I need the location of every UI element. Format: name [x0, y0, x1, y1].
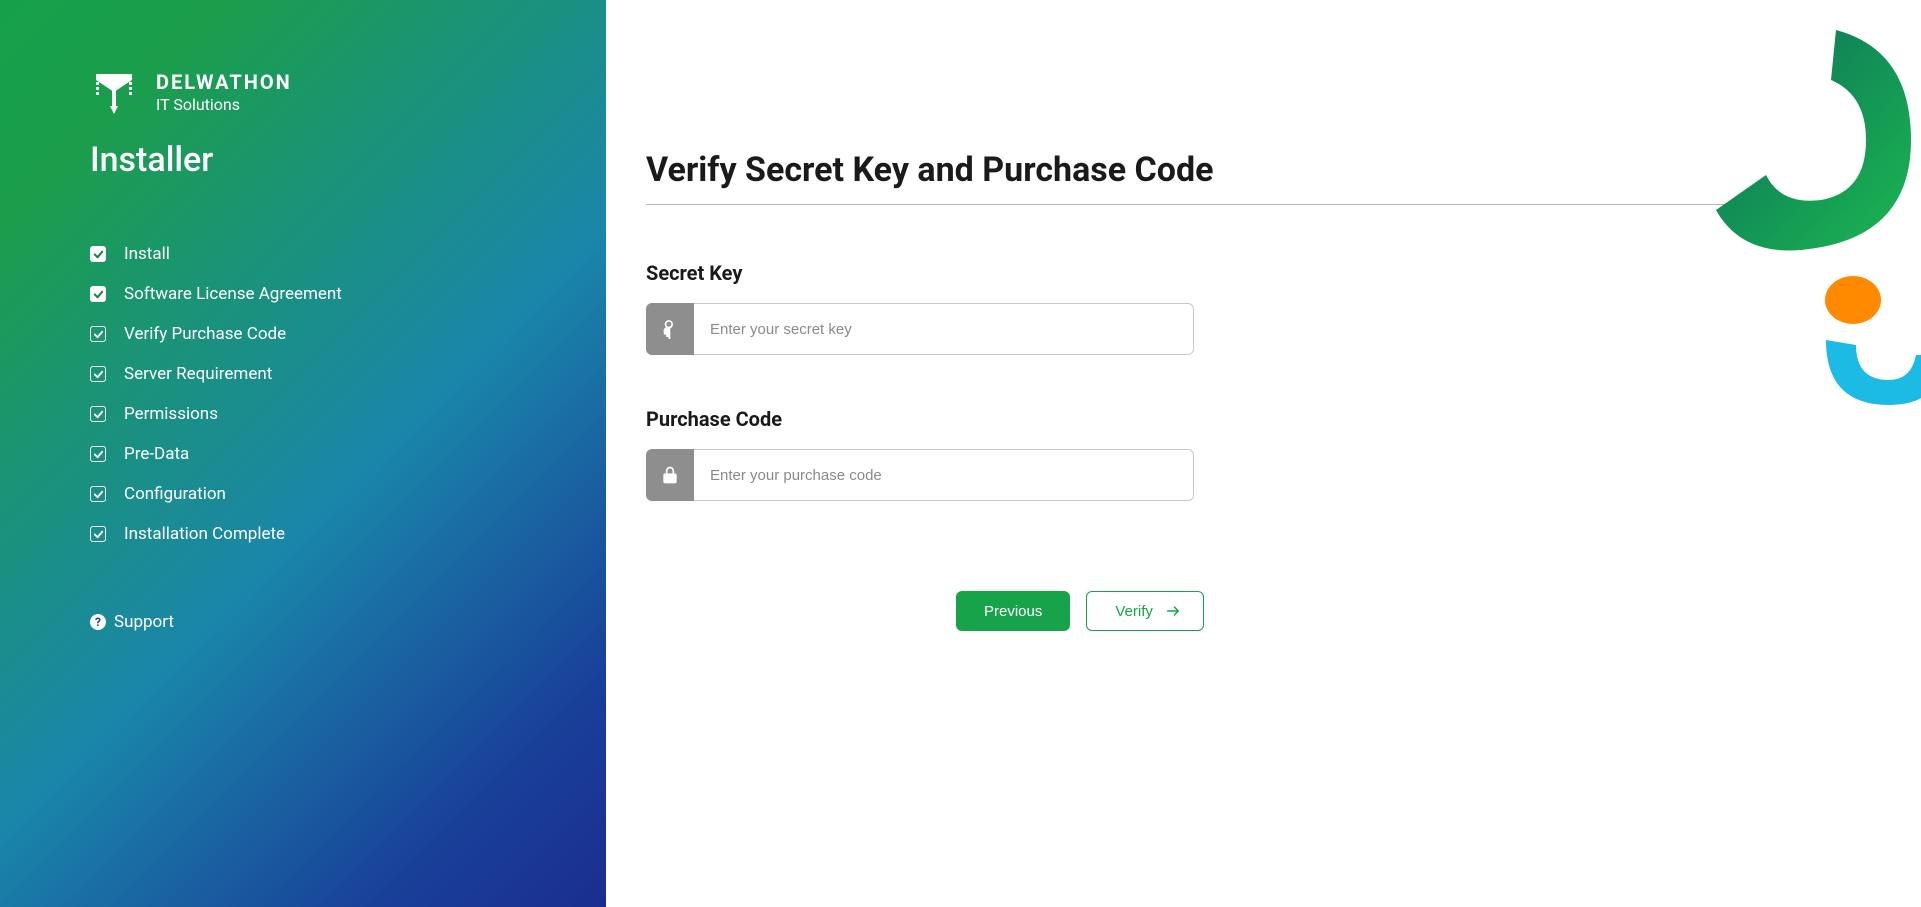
previous-button[interactable]: Previous — [956, 591, 1070, 631]
sidebar: DELWATHON IT Solutions Installer Install… — [0, 0, 606, 907]
step-label: Installation Complete — [124, 524, 285, 544]
arrow-right-icon — [1165, 603, 1181, 619]
check-outline-icon — [90, 526, 106, 542]
previous-button-label: Previous — [984, 603, 1042, 620]
verify-button-label: Verify — [1115, 603, 1153, 620]
brand-logo: DELWATHON IT Solutions — [90, 68, 516, 116]
step-label: Install — [124, 244, 170, 264]
check-outline-icon — [90, 326, 106, 342]
secret-key-group: Secret Key — [646, 261, 1881, 355]
step-configuration[interactable]: Configuration — [90, 484, 516, 504]
lock-icon — [646, 449, 694, 501]
purchase-code-input[interactable] — [694, 449, 1194, 501]
step-label: Verify Purchase Code — [124, 324, 286, 344]
check-outline-icon — [90, 406, 106, 422]
check-icon — [90, 286, 106, 302]
secret-key-label: Secret Key — [646, 261, 1881, 285]
step-installation-complete[interactable]: Installation Complete — [90, 524, 516, 544]
check-icon — [90, 246, 106, 262]
step-pre-data[interactable]: Pre-Data — [90, 444, 516, 464]
main-content: Verify Secret Key and Purchase Code Secr… — [606, 0, 1921, 907]
brand-name: DELWATHON — [156, 71, 292, 93]
decor-top-shape — [1671, 0, 1921, 280]
step-permissions[interactable]: Permissions — [90, 404, 516, 424]
support-label: Support — [114, 612, 174, 632]
secret-key-input[interactable] — [694, 303, 1194, 355]
verify-button[interactable]: Verify — [1086, 591, 1204, 631]
step-install[interactable]: Install — [90, 244, 516, 264]
help-icon: ? — [90, 614, 106, 630]
check-outline-icon — [90, 446, 106, 462]
purchase-code-label: Purchase Code — [646, 407, 1881, 431]
sidebar-title: Installer — [90, 140, 516, 180]
step-verify-purchase[interactable]: Verify Purchase Code — [90, 324, 516, 344]
page-title: Verify Secret Key and Purchase Code — [646, 150, 1881, 205]
step-label: Configuration — [124, 484, 226, 504]
check-outline-icon — [90, 366, 106, 382]
step-label: Server Requirement — [124, 364, 272, 384]
button-row: Previous Verify — [956, 591, 1881, 631]
check-outline-icon — [90, 486, 106, 502]
key-icon — [646, 303, 694, 355]
step-label: Software License Agreement — [124, 284, 342, 304]
brand-mark-icon — [90, 68, 138, 116]
step-list: Install Software License Agreement Verif… — [90, 244, 516, 544]
step-label: Permissions — [124, 404, 218, 424]
step-label: Pre-Data — [124, 444, 189, 464]
brand-subtitle: IT Solutions — [156, 95, 292, 114]
purchase-code-group: Purchase Code — [646, 407, 1881, 501]
support-link[interactable]: ? Support — [90, 612, 516, 632]
step-server-requirement[interactable]: Server Requirement — [90, 364, 516, 384]
step-license[interactable]: Software License Agreement — [90, 284, 516, 304]
